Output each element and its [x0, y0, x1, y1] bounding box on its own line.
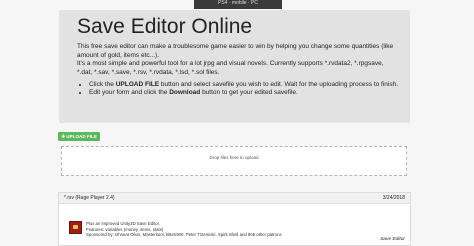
intro-paragraph-2: It's a most simple and powerful tool for…	[77, 60, 384, 76]
instruction-step-1: Click the UPLOAD FILE button and select …	[89, 81, 399, 89]
hero-section: Save Editor Online This free save editor…	[59, 10, 410, 123]
page-title: Save Editor Online	[77, 15, 253, 38]
step-text: Click the	[89, 81, 116, 88]
card-body: Plus an improved Unity3D Save Editor. Fe…	[59, 204, 410, 238]
step-text: button and select savefile you wish to e…	[159, 81, 399, 88]
file-dropzone[interactable]: Drop files here to upload	[61, 146, 407, 176]
intro-text: This free save editor can make a trouble…	[77, 43, 397, 77]
instruction-step-2: Edit your form and click the Download bu…	[89, 89, 399, 97]
card-title: *.rsv (Rage Player 2.4)	[64, 195, 115, 201]
instructions-list: Click the UPLOAD FILE button and select …	[77, 81, 399, 98]
intro-paragraph-1: This free save editor can make a trouble…	[77, 43, 394, 59]
upload-button-label: UPLOAD FILE	[66, 134, 97, 139]
step-text: button to get your edited savefile.	[200, 89, 298, 97]
upload-file-button[interactable]: ✚UPLOAD FILE	[58, 132, 100, 141]
plus-icon: ✚	[61, 134, 66, 140]
game-thumbnail	[69, 221, 82, 234]
step-text: Edit your form and click the	[89, 89, 170, 97]
step-emphasis: Download	[169, 89, 201, 97]
card-header: *.rsv (Rage Player 2.4) 3/24/2018	[59, 193, 410, 204]
card-footer-link[interactable]: Save Editor	[380, 237, 405, 242]
step-emphasis: UPLOAD FILE	[115, 81, 160, 88]
dropzone-text: Drop files here to upload	[209, 155, 259, 160]
top-banner: PS4 · mobile · PC	[194, 0, 282, 9]
description-line-3: Sponsored by: Ohneat Olion, Masterkool, …	[86, 232, 282, 238]
card-date: 3/24/2018	[382, 195, 405, 201]
save-format-card: *.rsv (Rage Player 2.4) 3/24/2018 Plus a…	[58, 192, 411, 246]
card-description: Plus an improved Unity3D Save Editor. Fe…	[86, 221, 356, 238]
